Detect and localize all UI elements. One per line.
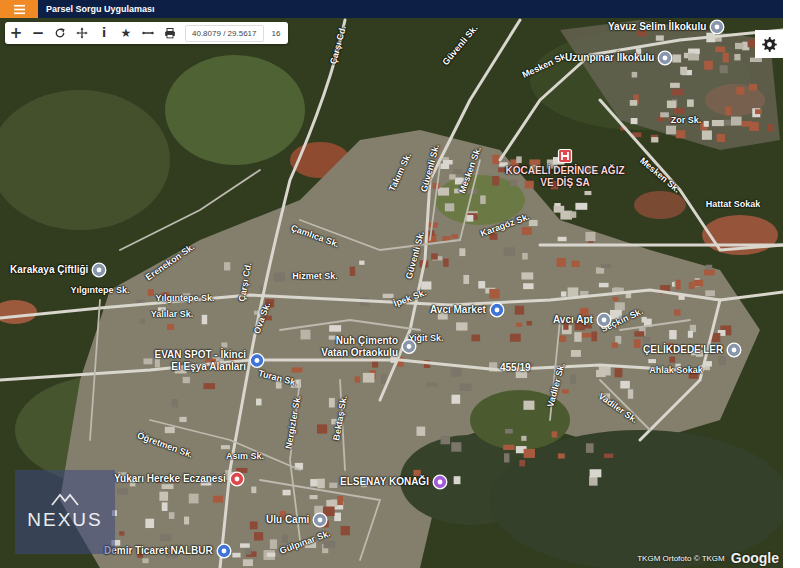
place-marker[interactable]: Avcı Apt (553, 312, 612, 328)
pin-icon (249, 352, 265, 368)
side-streets (90, 160, 690, 560)
street-label: Asım Sk. (226, 451, 264, 461)
move-icon (76, 27, 88, 39)
street-label: Hattat Sokak (706, 199, 761, 209)
pin-icon (657, 50, 673, 66)
pin-icon (229, 471, 245, 487)
place-marker[interactable]: Uzunpınar İlkokulu (565, 50, 673, 66)
buildings (111, 31, 777, 567)
parcel-label[interactable]: 455/19 (500, 362, 531, 373)
place-marker[interactable]: Yukarı Hereke Eczanesi (114, 471, 245, 487)
coordinates-display: 40.8079 / 29.5617 (185, 25, 264, 42)
map-view[interactable]: Çarşı Cd.Güvenli Sk.Mesken Sk.Zor Sk.Mes… (0, 18, 783, 568)
place-marker[interactable]: EVAN SPOT - İkinci El Eşya Alanları (146, 349, 265, 372)
place-label: Yukarı Hereke Eczanesi (114, 473, 226, 485)
imagery-credit: TKGM Ortofoto © TKGM (637, 554, 725, 563)
settings-button[interactable] (755, 30, 783, 58)
place-label: KOCAELİ DERİNCE AĞIZ VE DİŞ SA (505, 165, 625, 188)
zoom-in-button[interactable]: + (5, 22, 27, 44)
menu-button[interactable] (0, 0, 38, 18)
measure-button[interactable] (137, 22, 159, 44)
pin-icon (489, 302, 505, 318)
place-label: Yavuz Selim İlkokulu (608, 21, 706, 33)
place-label: Nuh Çimento Vatan Ortaokulu (318, 335, 398, 358)
pan-button[interactable] (71, 22, 93, 44)
place-marker[interactable]: ELSENAY KONAĞI (340, 474, 448, 490)
place-label: Ulu Cami (266, 514, 309, 526)
main-roads (0, 20, 783, 568)
place-marker[interactable]: Yavuz Selim İlkokulu (608, 19, 725, 35)
nexus-watermark: NEXUS (15, 470, 115, 554)
refresh-button[interactable] (49, 22, 71, 44)
pin-icon (312, 512, 328, 528)
pin-icon (401, 338, 417, 354)
place-marker[interactable]: ÇELİKDEDE'LER (643, 342, 742, 358)
ruler-icon (142, 27, 154, 39)
pin-icon (596, 312, 612, 328)
place-label: ELSENAY KONAĞI (340, 476, 429, 488)
favorite-button[interactable]: ★ (115, 22, 137, 44)
app-header: Parsel Sorgu Uygulaması (0, 0, 783, 18)
hamburger-icon (13, 4, 26, 15)
place-label: Avcı Apt (553, 314, 593, 326)
map-toolbar: + − i ★ 40.8079 / 29.5617 16 (5, 22, 288, 44)
printer-icon (164, 27, 176, 39)
watermark-text: NEXUS (27, 509, 102, 531)
street-label: Yılgıntepe Sk. (70, 285, 129, 295)
place-label: EVAN SPOT - İkinci El Eşya Alanları (146, 349, 246, 372)
place-label: Karakaya Çiftliği (10, 264, 88, 276)
place-marker[interactable]: Avcı Market (430, 302, 505, 318)
place-marker[interactable]: Nuh Çimento Vatan Ortaokulu (318, 335, 417, 358)
street-label: Yılgıntepe Sk. (155, 293, 214, 303)
zoom-level: 16 (264, 29, 289, 38)
pin-icon (709, 19, 725, 35)
pin-icon (726, 342, 742, 358)
app-column: Parsel Sorgu Uygulaması Çarşı Cd.Güvenli… (0, 0, 783, 568)
logo-icon (50, 493, 80, 507)
place-label: Avcı Market (430, 304, 486, 316)
street-label: Ahlak Sokak (649, 365, 703, 375)
place-label: ÇELİKDEDE'LER (643, 344, 723, 356)
app-frame: Parsel Sorgu Uygulaması Çarşı Cd.Güvenli… (0, 0, 800, 568)
refresh-icon (54, 27, 66, 39)
pin-icon (91, 262, 107, 278)
pin-icon (432, 474, 448, 490)
place-marker[interactable]: Demir Ticaret NALBUR (104, 543, 232, 559)
place-marker[interactable]: Karakaya Çiftliği (10, 262, 107, 278)
print-button[interactable] (159, 22, 181, 44)
place-label: Uzunpınar İlkokulu (565, 52, 654, 64)
app-title: Parsel Sorgu Uygulaması (38, 4, 155, 14)
zoom-out-button[interactable]: − (27, 22, 49, 44)
street-label: Yalılar Sk. (151, 309, 194, 319)
place-marker[interactable]: Ulu Cami (266, 512, 328, 528)
map-attribution: TKGM Ortofoto © TKGM Google (637, 550, 779, 566)
street-label: Hizmet Sk. (292, 271, 338, 281)
place-marker[interactable]: KOCAELİ DERİNCE AĞIZ VE DİŞ SA (505, 148, 625, 188)
gear-icon (761, 36, 778, 53)
provider-logo: Google (731, 550, 779, 566)
info-button[interactable]: i (93, 22, 115, 44)
pin-icon (216, 543, 232, 559)
street-label: Zor Sk. (671, 115, 702, 125)
pin-icon (557, 148, 573, 164)
place-label: Demir Ticaret NALBUR (104, 545, 213, 557)
